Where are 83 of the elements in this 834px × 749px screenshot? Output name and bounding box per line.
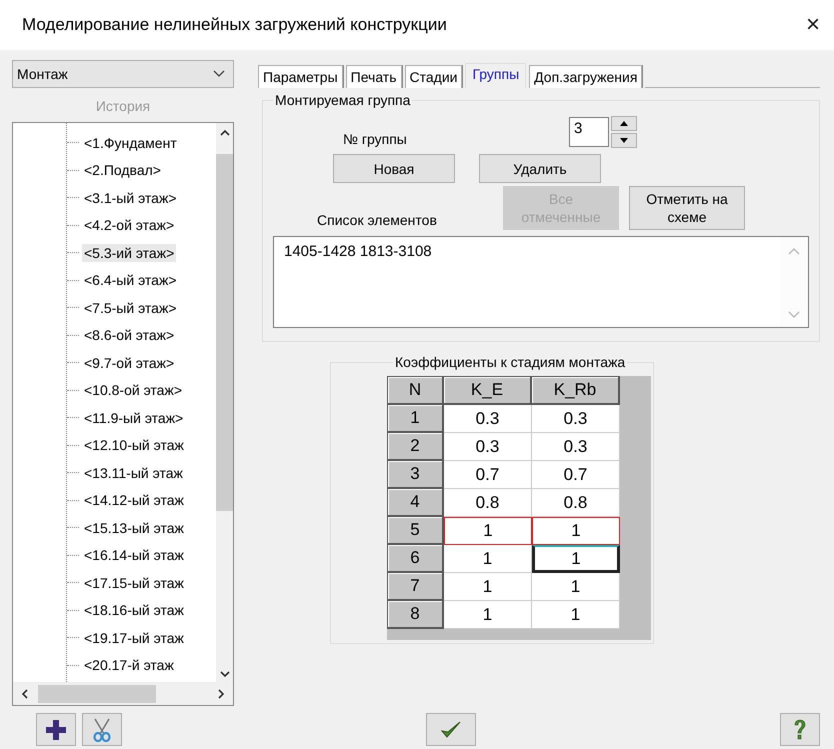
tree-item[interactable]: <5.3-ий этаж> bbox=[82, 244, 176, 262]
table-cell[interactable]: 0.3 bbox=[532, 433, 620, 461]
add-button[interactable] bbox=[36, 713, 76, 746]
tab[interactable]: Доп.загружения bbox=[529, 65, 642, 88]
spin-down-button[interactable] bbox=[611, 133, 637, 148]
table-cell[interactable]: 0.7 bbox=[532, 461, 620, 489]
table-cell[interactable]: 1 bbox=[444, 545, 532, 573]
triangle-down-icon bbox=[620, 138, 628, 143]
tree-item[interactable]: <15.13-ый этаж bbox=[82, 518, 186, 537]
triangle-up-icon bbox=[620, 121, 628, 126]
table-cell[interactable]: 0.8 bbox=[444, 489, 532, 517]
chevron-down-icon[interactable] bbox=[220, 671, 230, 678]
table-cell[interactable]: 1 bbox=[532, 573, 620, 601]
chevron-up-icon[interactable] bbox=[220, 129, 230, 136]
tab[interactable]: Стадии bbox=[404, 65, 462, 88]
table-cell[interactable]: 1 bbox=[444, 601, 532, 629]
column-header: K_Rb bbox=[532, 377, 620, 405]
row-header: 3 bbox=[388, 461, 444, 489]
window-title: Моделирование нелинейных загружений конструкции bbox=[22, 15, 447, 35]
question-mark-icon bbox=[792, 718, 808, 742]
table-cell[interactable]: 0.3 bbox=[444, 433, 532, 461]
cut-button[interactable] bbox=[82, 713, 122, 746]
help-button[interactable] bbox=[780, 713, 820, 746]
table-cell[interactable]: 0.7 bbox=[444, 461, 532, 489]
row-header: 4 bbox=[388, 489, 444, 517]
tree-item[interactable]: <3.1-ый этаж> bbox=[82, 188, 178, 207]
tree-item[interactable]: <18.16-ый этаж bbox=[82, 601, 186, 620]
chevron-left-icon[interactable] bbox=[21, 689, 28, 699]
tree-item[interactable]: <14.12-ый этаж bbox=[82, 491, 186, 510]
tab[interactable]: Печать bbox=[346, 65, 402, 88]
chevron-right-icon[interactable] bbox=[218, 689, 225, 699]
row-header: 8 bbox=[388, 601, 444, 629]
mode-dropdown[interactable]: Монтаж bbox=[12, 60, 234, 88]
coefficients-panel-title: Коэффициенты к стадиям монтажа bbox=[394, 354, 626, 370]
action-button[interactable]: Удалить bbox=[479, 154, 601, 183]
column-header: K_E bbox=[444, 377, 532, 405]
table-cell[interactable]: 1 bbox=[532, 517, 620, 545]
history-label: История bbox=[94, 98, 152, 114]
chevron-down-icon bbox=[213, 70, 225, 78]
checkmark-icon bbox=[440, 720, 462, 740]
group-number-label: № группы bbox=[343, 131, 408, 147]
table-cell[interactable]: 1 bbox=[532, 545, 620, 573]
tree-item[interactable]: <9.7-ой этаж> bbox=[82, 354, 176, 372]
table-cell[interactable]: 1 bbox=[444, 517, 532, 545]
element-list-label: Список элементов bbox=[317, 212, 438, 228]
tree-item[interactable]: <4.2-ой этаж> bbox=[82, 216, 176, 234]
tree-item[interactable]: <1.Фундамент bbox=[82, 134, 179, 152]
row-header: 1 bbox=[388, 405, 444, 433]
ok-button[interactable] bbox=[426, 713, 476, 746]
tree-item[interactable]: <7.5-ый этаж> bbox=[82, 298, 178, 317]
tree-item[interactable]: <12.10-ый этаж bbox=[82, 436, 186, 454]
column-header: N bbox=[388, 377, 444, 405]
tree-item[interactable]: <11.9-ый этаж> bbox=[82, 408, 186, 427]
row-header: 7 bbox=[388, 573, 444, 601]
group-number-field[interactable]: 3 bbox=[569, 117, 609, 147]
row-header: 2 bbox=[388, 433, 444, 461]
tree-item[interactable]: <20.17-й этаж bbox=[82, 656, 176, 674]
close-button[interactable]: × bbox=[800, 11, 826, 39]
scissors-icon bbox=[91, 718, 113, 742]
table-cell[interactable]: 1 bbox=[444, 573, 532, 601]
group-panel-title: Монтируемая группа bbox=[274, 92, 412, 108]
row-header: 6 bbox=[388, 545, 444, 573]
tab[interactable]: Параметры bbox=[258, 65, 343, 88]
table-cell[interactable]: 0.3 bbox=[444, 405, 532, 433]
action-button[interactable]: Отметить на схеме bbox=[629, 186, 745, 230]
plus-icon bbox=[45, 718, 67, 740]
table-cell[interactable]: 0.3 bbox=[532, 405, 620, 433]
vertical-scrollbar[interactable] bbox=[216, 123, 233, 682]
tree-item[interactable]: <16.14-ый этаж bbox=[82, 546, 186, 564]
spin-up-button[interactable] bbox=[611, 116, 637, 131]
action-button[interactable]: Новая bbox=[333, 154, 455, 183]
tree-item[interactable]: <2.Подвал> bbox=[82, 161, 163, 180]
tab[interactable]: Группы bbox=[465, 63, 526, 88]
tree-item[interactable]: <6.4-ый этаж> bbox=[82, 271, 178, 290]
row-header: 5 bbox=[388, 517, 444, 545]
tree-item[interactable]: <19.17-ый этаж bbox=[82, 628, 186, 647]
horizontal-scrollbar[interactable] bbox=[13, 682, 233, 705]
table-cell[interactable]: 1 bbox=[532, 601, 620, 629]
tree-item[interactable]: <17.15-ый этаж bbox=[82, 574, 186, 592]
tree-item[interactable]: <8.6-ой этаж> bbox=[82, 326, 176, 344]
tree-item[interactable]: <13.11-ый этаж bbox=[82, 464, 185, 482]
table-cell[interactable]: 0.8 bbox=[532, 489, 620, 517]
tree-item[interactable]: <10.8-ой этаж> bbox=[82, 381, 184, 400]
